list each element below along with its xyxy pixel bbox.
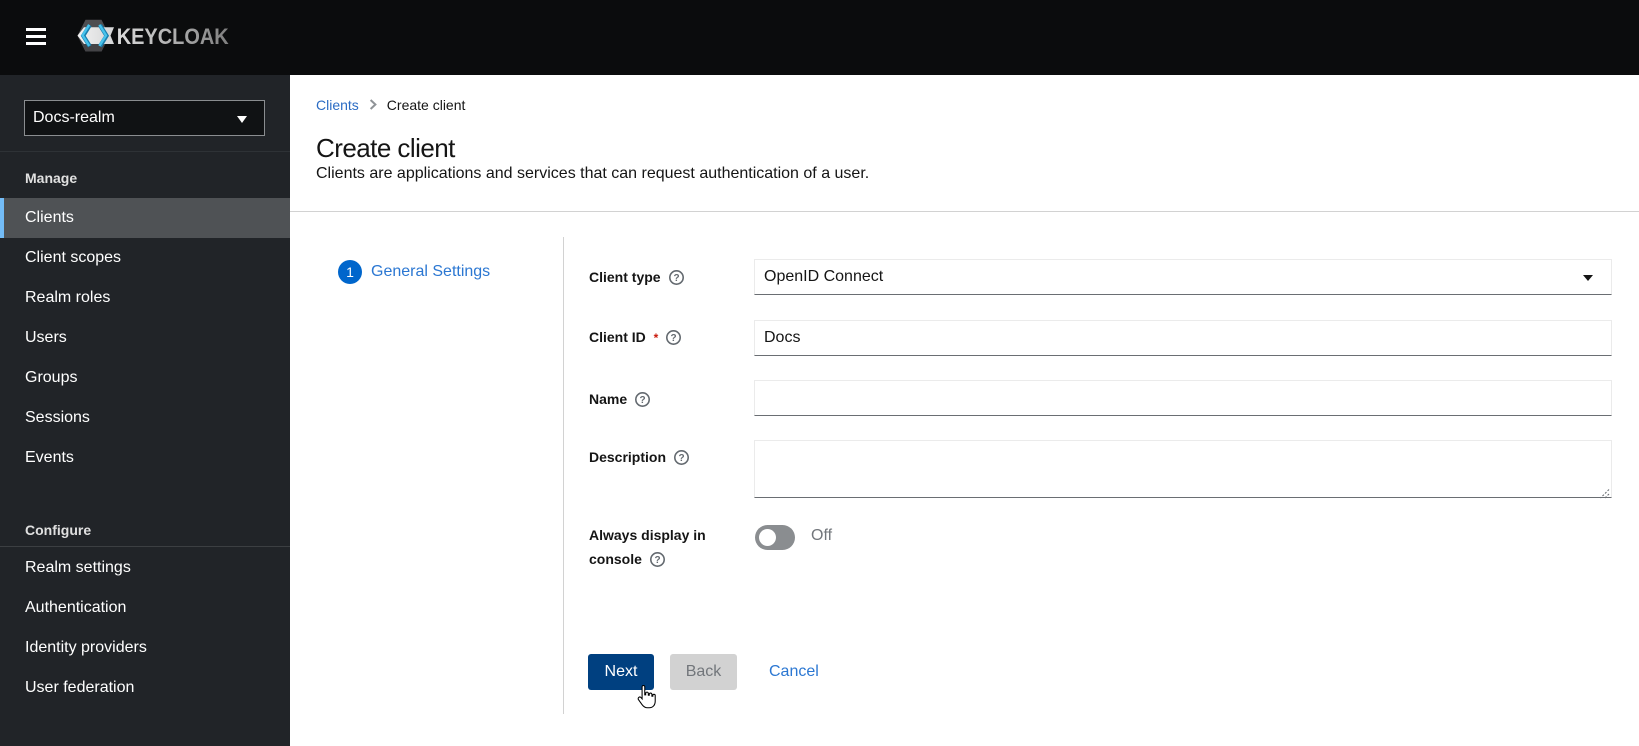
- svg-text:?: ?: [671, 333, 677, 344]
- svg-text:?: ?: [678, 453, 684, 464]
- svg-text:?: ?: [673, 273, 679, 284]
- svg-text:KEYCLOAK: KEYCLOAK: [117, 24, 229, 49]
- svg-text:?: ?: [640, 395, 646, 406]
- svg-text:?: ?: [654, 555, 660, 566]
